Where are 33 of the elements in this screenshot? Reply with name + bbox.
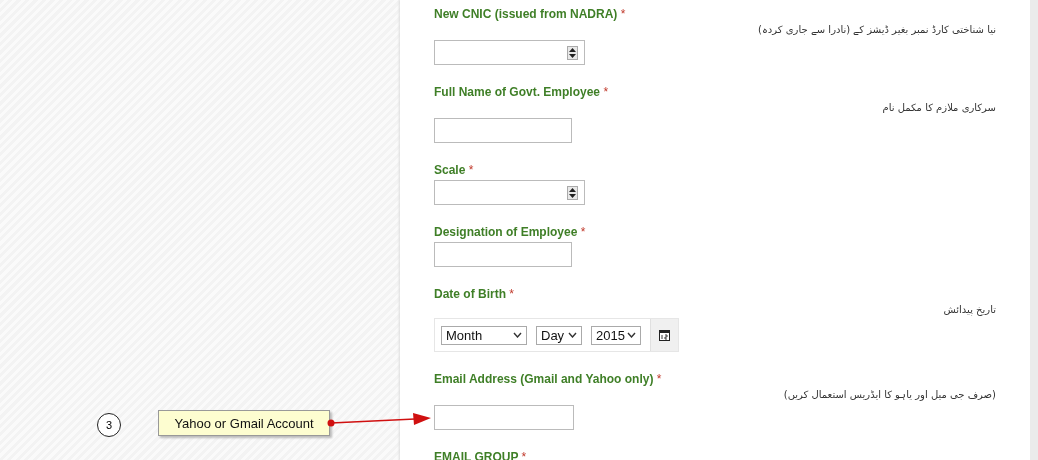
urdu-hint: نیا شناختی کارڈ نمبر بغیر ڈیشز کے (نادرا سے جاری کردہ) [757,23,996,37]
text-field[interactable] [434,118,572,143]
month-dropdown[interactable]: Month [441,325,527,345]
field-label: Email Address (Gmail and Yahoo only) * [434,372,662,386]
field-label: Designation of Employee * [434,225,586,239]
callout-note: Yahoo or Gmail Account [158,410,330,436]
required-mark: * [509,287,514,301]
number-field[interactable] [434,40,585,65]
caret-icon [513,332,522,338]
urdu-hint: سرکاری ملازم کا مکمل نام [882,101,996,115]
spinner-icon[interactable] [567,46,578,60]
required-mark: * [580,225,586,239]
number-field[interactable] [434,180,585,205]
email-field[interactable] [434,405,574,430]
day-dropdown[interactable]: Day [536,325,582,345]
required-mark: * [468,163,474,177]
urdu-hint: تاریخ پیدائش [943,303,996,317]
required-mark: * [521,450,527,460]
caret-icon [568,332,577,338]
spinner-icon[interactable] [567,186,578,200]
field-label: New CNIC (issued from NADRA) * [434,7,626,21]
required-mark: * [620,7,626,21]
calendar-button[interactable] [650,319,678,351]
field-label: Scale * [434,163,474,177]
required-mark: * [603,85,609,99]
year-dropdown[interactable]: 2015 [591,325,641,345]
required-mark: * [656,372,662,386]
caret-icon [627,332,636,338]
field-label: Date of Birth * [434,287,514,301]
urdu-hint: (صرف جی میل اور یاہو کا ایڈریس استعمال کریں) [783,388,996,402]
calendar-icon [659,329,670,341]
field-label: Full Name of Govt. Employee * [434,85,609,99]
text-field[interactable] [434,242,572,267]
